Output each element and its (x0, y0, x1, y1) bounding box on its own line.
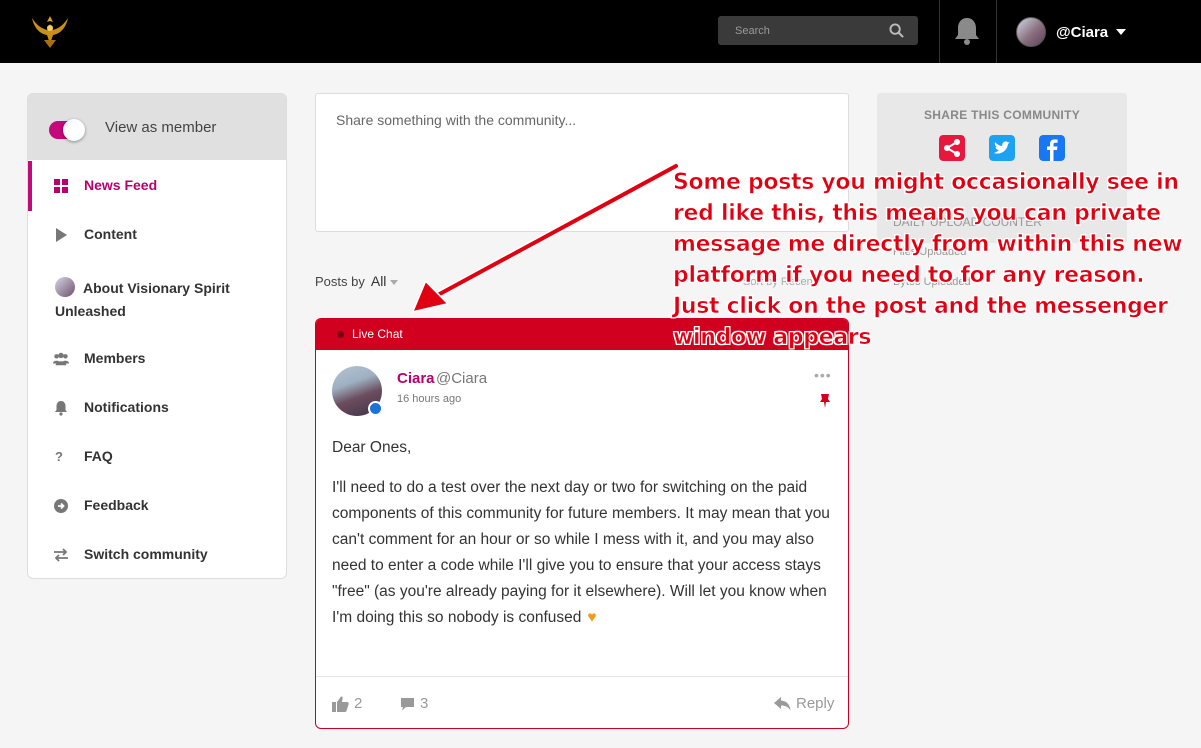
phoenix-logo-icon[interactable] (30, 10, 70, 50)
arrow-circle-icon (54, 499, 68, 513)
sidebar-item-label: News Feed (84, 177, 158, 193)
reply-button[interactable]: Reply (774, 695, 834, 712)
toggle-knob (63, 119, 85, 141)
facebook-icon[interactable] (1039, 135, 1065, 161)
search-input[interactable] (718, 16, 888, 45)
post-text-block: I'll need to do a test over the next day… (332, 475, 832, 631)
search-box[interactable] (718, 16, 918, 45)
topbar-divider (939, 0, 940, 63)
post-tag: Live Chat (352, 327, 403, 341)
notifications-bell-icon[interactable] (953, 16, 981, 46)
sidebar: View as member News Feed Content About V… (27, 93, 287, 579)
reply-arrow-icon (774, 696, 791, 710)
question-icon: ? (55, 449, 63, 464)
sidebar-item-news-feed[interactable]: News Feed (28, 161, 286, 211)
more-options-icon[interactable]: ••• (814, 367, 832, 383)
switch-icon (54, 548, 68, 562)
user-menu[interactable]: @Ciara (1016, 16, 1127, 48)
sidebar-item-about[interactable]: About Visionary Spirit Unleashed (28, 277, 286, 323)
post-card[interactable]: Live Chat Ciara @Ciara 16 hours ago ••• … (315, 318, 849, 729)
comment-button[interactable]: 3 (400, 695, 428, 712)
pin-icon[interactable] (819, 393, 831, 409)
sidebar-item-label: Members (84, 350, 146, 366)
sidebar-item-faq[interactable]: ? FAQ (28, 448, 286, 464)
share-icon[interactable] (939, 135, 965, 161)
post-footer: 2 3 Reply (316, 676, 848, 728)
sidebar-item-notifications[interactable]: Notifications (28, 399, 286, 416)
community-avatar-icon (55, 277, 75, 297)
posts-filter[interactable]: Posts by All (315, 273, 399, 289)
bell-icon (55, 401, 67, 416)
topbar-divider (996, 0, 997, 63)
chevron-down-icon[interactable] (1116, 29, 1127, 35)
posts-filter-value[interactable]: All (371, 273, 387, 289)
username[interactable]: @Ciara (1056, 24, 1108, 41)
like-button[interactable]: 2 (332, 695, 362, 712)
post-timestamp: 16 hours ago (397, 393, 462, 405)
live-dot-icon (337, 331, 344, 338)
thumbs-up-icon (332, 696, 349, 712)
avatar[interactable] (1016, 17, 1046, 47)
share-title: SHARE THIS COMMUNITY (924, 108, 1080, 122)
top-bar: @Ciara (0, 0, 1201, 63)
verified-badge-icon (368, 401, 383, 416)
sidebar-item-label: Feedback (84, 497, 149, 513)
twitter-icon[interactable] (989, 135, 1015, 161)
grid-icon (54, 179, 68, 193)
search-icon[interactable] (889, 23, 904, 38)
sidebar-item-label: About Visionary Spirit Unleashed (55, 280, 230, 319)
sidebar-item-content[interactable]: Content (28, 226, 286, 242)
post-text: I'll need to do a test over the next day… (332, 479, 830, 626)
comment-icon (401, 697, 414, 710)
reply-label: Reply (796, 695, 835, 712)
annotation-text: Some posts you might occasionally see in… (673, 170, 1183, 351)
sidebar-item-feedback[interactable]: Feedback (28, 497, 286, 513)
author-handle: @Ciara (436, 370, 488, 387)
play-icon (56, 228, 67, 242)
sidebar-item-label: Content (84, 226, 137, 242)
chevron-down-icon[interactable] (390, 280, 399, 286)
sidebar-item-members[interactable]: Members (28, 350, 286, 366)
like-count: 2 (354, 695, 363, 712)
orange-heart-icon: ♥ (587, 609, 597, 626)
view-as-member-label: View as member (105, 119, 217, 136)
comment-count: 3 (420, 695, 429, 712)
view-as-member-toggle[interactable] (49, 119, 85, 141)
view-as-member-row: View as member (28, 94, 286, 160)
sidebar-item-switch-community[interactable]: Switch community (28, 546, 286, 562)
sidebar-item-label: Switch community (84, 546, 208, 562)
author-name[interactable]: Ciara (397, 370, 435, 387)
post-body: Dear Ones, I'll need to do a test over t… (332, 435, 832, 645)
posts-filter-label: Posts by (315, 274, 365, 289)
sidebar-item-label: FAQ (84, 448, 113, 464)
post-greeting: Dear Ones, (332, 439, 412, 456)
people-icon (53, 352, 69, 366)
sidebar-item-label: Notifications (84, 399, 169, 415)
